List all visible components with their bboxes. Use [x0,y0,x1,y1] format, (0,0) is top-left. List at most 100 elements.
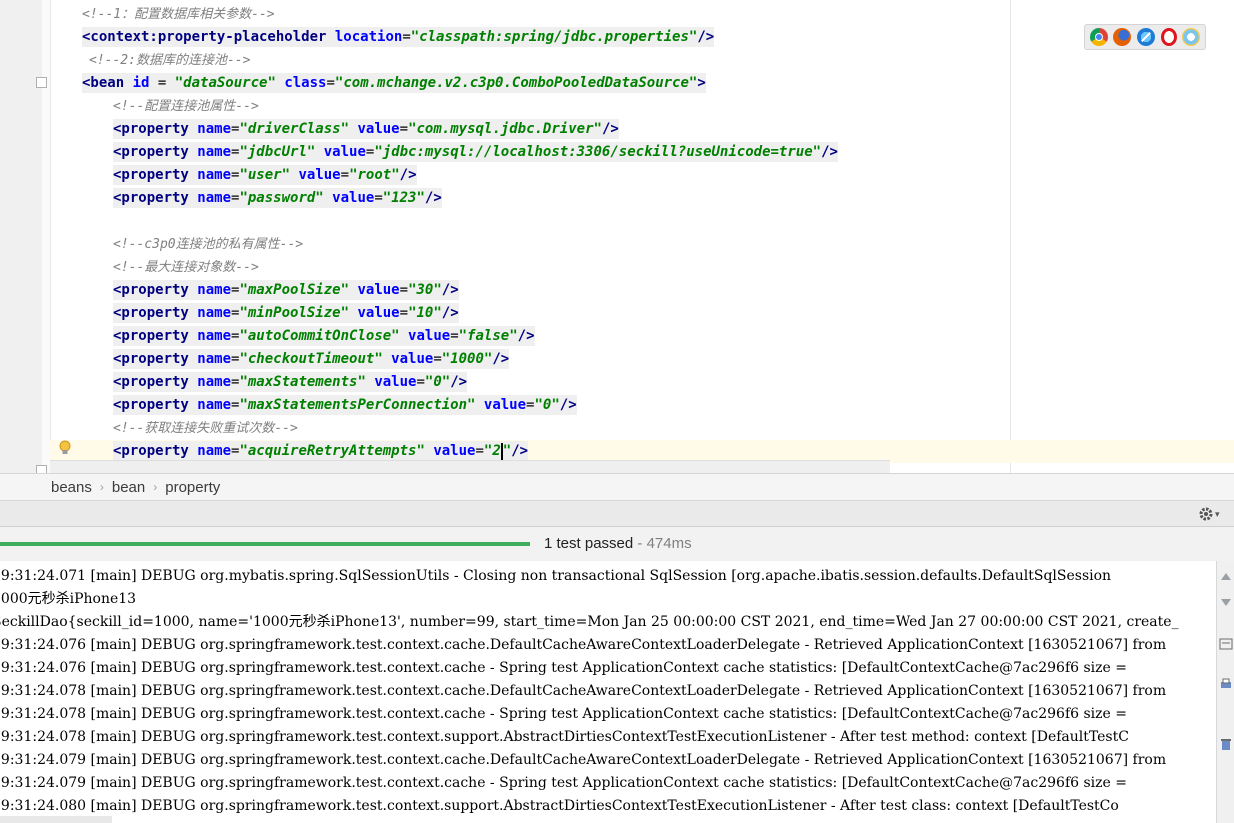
code-line[interactable]: <bean id = "dataSource" class="com.mchan… [82,73,706,93]
code-line[interactable]: <context:property-placeholder location="… [82,27,715,47]
code-token: "false" [458,328,518,344]
console-line: 19:31:24.078 [main] DEBUG org.springfram… [0,706,1127,722]
code-token: "0" [424,374,451,390]
chevron-right-icon: › [153,480,158,494]
code-token: "maxPoolSize" [239,282,358,298]
scroll-up-icon[interactable] [1219,571,1233,585]
code-token: <!--配置连接池属性--> [113,99,259,114]
opera-icon[interactable] [1160,28,1177,46]
code-token: = [402,29,411,45]
code-token: value [298,167,341,183]
code-line[interactable]: <property name = "autoCommitOnClose" value… [113,326,535,346]
test-status-label: 1 test passed [544,535,634,552]
code-token: class [284,75,327,91]
code-token: <property [113,397,198,413]
code-token: value [391,351,434,367]
code-token: "driverClass" [239,121,358,137]
safari-icon[interactable] [1136,28,1155,46]
code-line[interactable]: <property name="user" value="root"/> [113,165,417,185]
code-token: "user" [239,167,299,183]
horizontal-scrollbar[interactable] [50,460,890,473]
code-token: value [332,190,375,206]
code-editor[interactable]: <!--1：配置数据库相关参数--> <context:property-plac… [0,0,1234,473]
fold-gutter[interactable] [42,0,51,473]
code-token: name [197,282,232,298]
console-line: 19:31:24.080 [main] DEBUG org.springfram… [0,798,1119,814]
code-token: value [374,374,417,390]
code-token: "dataSource" [174,75,285,91]
code-token: = [399,282,409,298]
code-line[interactable]: <!--配置连接池属性--> [113,96,259,116]
code-token: "jdbc:mysql://localhost:3306/seckill?use… [374,144,822,160]
code-token: value [433,443,476,459]
ie-icon[interactable] [1182,28,1201,46]
code-line[interactable]: <property name="minPoolSize" value="10"/… [113,303,459,323]
fold-toggle-bean[interactable] [36,77,47,88]
code-token: <property [113,144,198,160]
breadcrumb-item-property[interactable]: property [165,479,220,496]
console-line: 19:31:24.076 [main] DEBUG org.springfram… [0,660,1127,676]
code-token: <property [113,305,198,321]
code-token: location [334,29,403,45]
code-token: "jdbcUrl" [239,144,324,160]
browser-preview-toolbar [1084,24,1206,50]
console-output[interactable]: 19:31:24.071 [main] DEBUG org.mybatis.sp… [0,561,1216,823]
code-line[interactable]: <!--2:数据库的连接池--> [89,50,250,70]
chrome-icon[interactable] [1089,28,1108,46]
code-line[interactable]: <property name="driverClass" value="com.… [113,119,619,139]
trash-icon[interactable] [1219,737,1233,751]
code-token: "minPoolSize" [239,305,358,321]
right-margin-guide [1010,0,1011,473]
lightbulb-icon[interactable] [58,440,72,456]
code-token: <property [113,282,198,298]
code-token: > [697,75,706,91]
code-token: " [502,443,512,459]
chevron-down-icon[interactable]: ▾ [1215,509,1220,520]
code-token: name [197,305,232,321]
code-token: <property [113,351,198,367]
code-token: = [433,351,442,367]
code-token: "1000" [441,351,493,367]
gear-icon[interactable]: ▾ [1198,505,1224,523]
line-gutter[interactable] [0,0,43,473]
fold-toggle-bean-end[interactable] [36,465,47,473]
test-duration: - 474ms [633,535,692,552]
code-token: value [408,328,451,344]
code-line[interactable]: <property name="maxStatements" value="0"… [113,372,468,392]
code-token: "root" [349,167,400,183]
code-token: /> [517,328,535,344]
print-icon[interactable] [1219,677,1233,691]
code-line[interactable]: <!--获取连接失败重试次数--> [113,418,298,438]
code-token: id [132,75,150,91]
soft-wrap-icon[interactable] [1219,637,1233,651]
breadcrumb-item-bean[interactable]: bean [112,479,145,496]
code-token: <!--c3p0连接池的私有属性--> [113,237,304,252]
code-token: <context:property-placeholder [82,29,335,45]
code-line[interactable]: <!--最大连接对象数--> [113,257,259,277]
code-line[interactable]: <property name="checkoutTimeout" value="… [113,349,510,369]
code-token: /> [399,167,417,183]
code-line[interactable]: <property name="jdbcUrl" value="jdbc:mys… [113,142,838,162]
code-token: "123" [382,190,425,206]
console-line: 19:31:24.071 [main] DEBUG org.mybatis.sp… [0,568,1112,584]
code-token: = [340,167,350,183]
code-token: <property [113,374,198,390]
code-line[interactable]: <property name = "acquireRetryAttempts" va… [113,441,529,461]
firefox-icon[interactable] [1113,28,1132,46]
code-token: name [197,144,232,160]
code-line[interactable]: <!--c3p0连接池的私有属性--> [113,234,303,254]
scroll-down-icon[interactable] [1219,595,1233,609]
code-token: value [357,282,400,298]
test-status-bar: 1 test passed - 474ms [0,527,1234,561]
code-line[interactable]: <property name="password" value="123"/> [113,188,442,208]
code-line[interactable]: <property name="maxPoolSize" value="30"/… [113,280,459,300]
code-line[interactable]: <!--1：配置数据库相关参数--> [82,4,275,24]
code-token: = [416,374,425,390]
code-token: "autoCommitOnClose" [239,328,409,344]
code-token: "com.mysql.jdbc.Driver" [408,121,602,137]
code-token: <!--1：配置数据库相关参数--> [82,7,275,22]
code-token: name [197,328,232,344]
breadcrumb-item-beans[interactable]: beans [51,479,92,496]
console-scroll-track[interactable] [0,816,112,823]
code-line[interactable]: <property name="maxStatementsPerConnecti… [113,395,577,415]
